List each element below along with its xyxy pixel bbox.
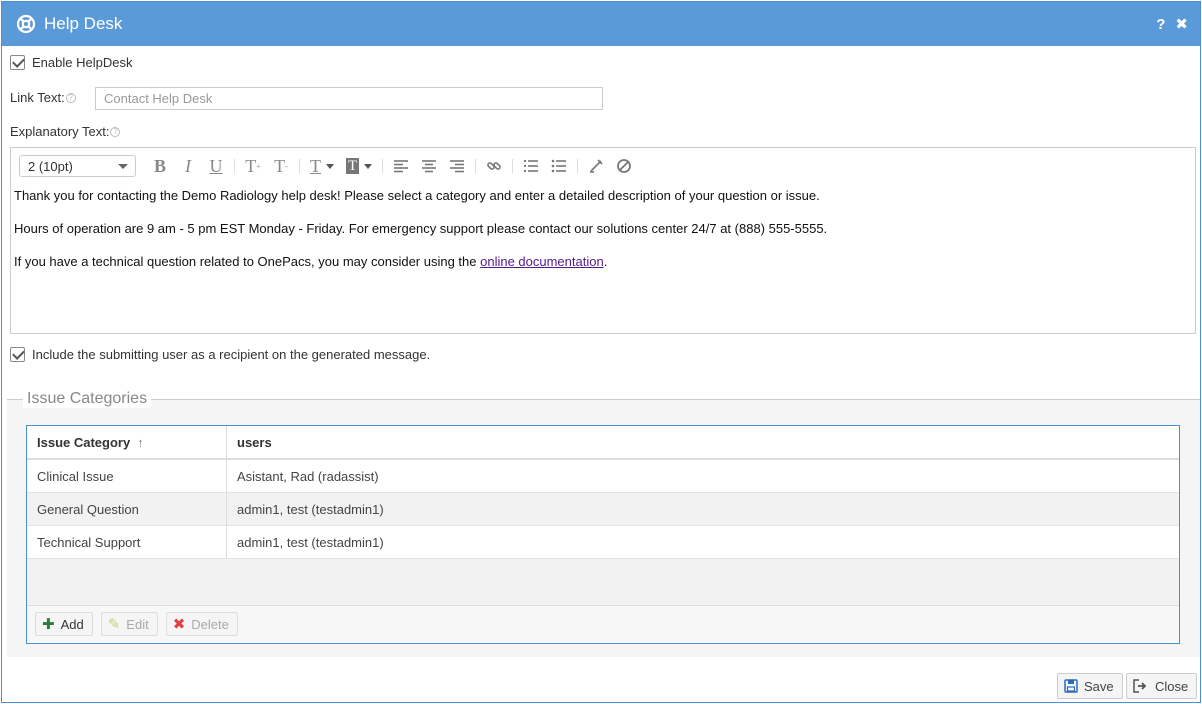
title-bar[interactable]: Help Desk ? ✖ [2,2,1200,46]
users-cell: Asistant, Rad (radassist) [237,468,379,484]
editor-toolbar: 2 (10pt) B I U T + T- T T [11,148,1195,184]
rich-text-editor[interactable]: 2 (10pt) B I U T + T- T T Thank you for … [10,147,1196,334]
close-label: Close [1155,678,1189,694]
edit-button[interactable]: ✎ Edit [100,612,158,636]
toolbar-divider [382,159,384,173]
editor-text: If you have a technical question related… [14,254,481,269]
superscript-icon[interactable]: T + [241,155,265,177]
sign-out-icon [1133,679,1149,693]
explanatory-text-row: Explanatory Text: ? [10,124,121,139]
add-button[interactable]: ✚ Add [35,612,93,636]
users-cell: admin1, test (testadmin1) [237,534,384,550]
font-size-select[interactable]: 2 (10pt) [19,155,136,177]
link-text-label: Link Text: [10,90,65,105]
explanatory-text-label: Explanatory Text: [10,124,110,139]
include-user-row: Include the submitting user as a recipie… [10,347,430,362]
help-button[interactable]: ? [1156,16,1165,33]
link-icon[interactable] [482,155,506,177]
enable-helpdesk-checkbox[interactable] [10,55,25,70]
save-button[interactable]: Save [1057,673,1123,699]
online-documentation-link[interactable]: online documentation [480,254,604,269]
include-user-checkbox[interactable] [10,347,25,362]
issue-categories-section: Issue Categories Issue Category ↑ users … [7,390,1200,657]
toolbar-divider [299,159,300,173]
category-cell: Technical Support [27,526,227,558]
close-button[interactable]: Close [1126,673,1198,699]
issue-categories-legend: Issue Categories [23,390,152,408]
bold-icon[interactable]: B [148,155,172,177]
text-color-icon[interactable]: T [306,155,338,177]
grid-toolbar: ✚ Add ✎ Edit ✖ Delete [27,606,1179,642]
toolbar-divider [475,159,477,173]
issue-categories-grid: Issue Category ↑ users Clinical Issue As… [26,425,1180,644]
grid-header: Issue Category ↑ users [27,426,1179,460]
dialog-title: Help Desk [44,14,123,33]
remove-icon[interactable] [612,155,636,177]
lifebuoy-icon [16,14,36,34]
italic-icon[interactable]: I [176,155,200,177]
category-cell: Clinical Issue [27,460,227,492]
edit-label: Edit [126,616,149,632]
table-row[interactable]: Technical Support admin1, test (testadmi… [27,526,1179,559]
include-user-label: Include the submitting user as a recipie… [32,347,431,362]
clear-format-icon[interactable] [584,155,608,177]
link-text-placeholder: Contact Help Desk [104,91,213,106]
column-header-users[interactable]: users [227,426,1179,458]
align-right-icon[interactable] [445,155,469,177]
pencil-icon: ✎ [107,616,121,633]
table-row[interactable]: Clinical Issue Asistant, Rad (radassist) [27,460,1179,493]
chevron-down-icon [118,164,128,169]
align-left-icon[interactable] [389,155,413,177]
editor-paragraph: If you have a technical question related… [14,254,1192,270]
floppy-disk-icon [1064,679,1078,693]
help-circle-icon: ? [110,126,121,137]
background-color-icon[interactable]: T [342,155,376,177]
category-cell: General Question [27,493,227,525]
column-header-label: Issue Category [37,434,131,450]
editor-text: . [603,254,608,269]
toolbar-divider [234,159,235,173]
help-desk-dialog: Help Desk ? ✖ Enable HelpDesk Link Text:… [1,1,1201,703]
underline-icon[interactable]: U [204,155,228,177]
save-label: Save [1084,678,1114,694]
table-row[interactable]: General Question admin1, test (testadmin… [27,493,1179,526]
add-label: Add [60,616,84,632]
toolbar-divider [512,159,514,173]
link-text-row: Link Text: ? [10,90,76,105]
column-header-label: users [237,434,272,450]
font-size-value: 2 (10pt) [28,158,73,174]
close-icon[interactable]: ✖ [1175,15,1188,33]
align-center-icon[interactable] [417,155,441,177]
users-cell: admin1, test (testadmin1) [237,501,384,517]
unordered-list-icon[interactable] [547,155,571,177]
enable-helpdesk-label: Enable HelpDesk [32,55,133,70]
x-icon: ✖ [172,616,186,633]
editor-paragraph: Hours of operation are 9 am - 5 pm EST M… [14,221,828,236]
link-text-input[interactable]: Contact Help Desk [95,87,603,110]
sort-ascending-icon: ↑ [137,434,144,450]
grid-empty-area [27,559,1179,606]
subscript-icon[interactable]: T- [269,155,293,177]
help-circle-icon: ? [65,92,76,103]
editor-paragraph: Thank you for contacting the Demo Radiol… [14,188,820,203]
delete-button[interactable]: ✖ Delete [165,612,238,636]
enable-helpdesk-row: Enable HelpDesk [10,55,132,70]
editor-content[interactable]: Thank you for contacting the Demo Radiol… [11,184,1195,291]
plus-icon: ✚ [42,616,55,633]
column-header-issue-category[interactable]: Issue Category ↑ [27,426,227,458]
toolbar-divider [577,159,579,173]
delete-label: Delete [191,616,229,632]
ordered-list-icon[interactable] [519,155,543,177]
